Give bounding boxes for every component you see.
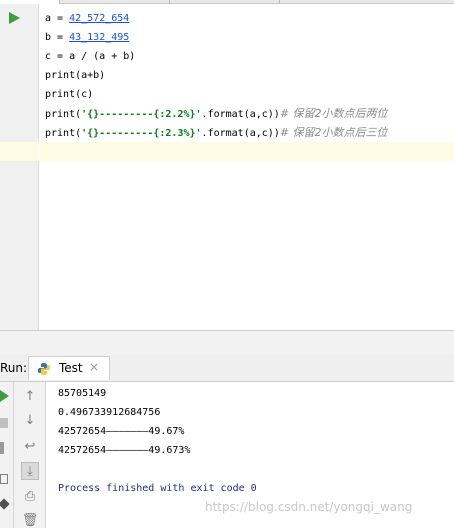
code-token: print( [45, 109, 82, 120]
code-token: a = [45, 13, 70, 24]
trash-icon[interactable]: 🗑 [21, 512, 39, 528]
code-token: c = a / (a + b) [45, 51, 136, 62]
run-tab-test[interactable]: Test × [28, 356, 110, 380]
code-token: print( [45, 128, 82, 139]
panel-splitter[interactable] [0, 330, 454, 354]
scroll-down-icon[interactable]: ↓ [21, 412, 39, 430]
code-token: print(a+b) [45, 70, 106, 81]
code-line: c = a / (a + b) [45, 47, 135, 66]
console-line: 42572654———————49.673% [58, 445, 191, 456]
console-toolbar: ↑ ↓ ↩ ⤓ ⎙ 🗑 [14, 382, 46, 528]
code-line: b = 43_132_495 [45, 28, 129, 47]
rerun-icon[interactable] [0, 390, 10, 402]
code-token: '{}---------{:2.2%}' [81, 109, 202, 120]
run-tool-window-header: Run: Test × [0, 354, 454, 382]
run-gutter-icon[interactable] [9, 12, 20, 24]
code-token: print(c) [45, 89, 94, 100]
close-icon[interactable]: × [89, 360, 99, 374]
run-action-bar [0, 382, 14, 528]
console-line: Process finished with exit code 0 [58, 483, 257, 494]
code-line: a = 42_572_654 [45, 9, 129, 28]
python-icon [38, 363, 50, 375]
pin-icon[interactable] [0, 498, 10, 510]
layout-icon[interactable] [0, 474, 8, 484]
editor-gutter [0, 4, 39, 330]
code-editor[interactable]: a = 42_572_654 b = 43_132_495 c = a / (a +… [40, 4, 454, 330]
print-icon[interactable]: ⎙ [21, 488, 39, 506]
soft-wrap-icon[interactable]: ↩ [21, 438, 39, 456]
code-token: '{}---------{:2.3%}' [81, 128, 202, 139]
code-token: 42_572_654 [69, 13, 130, 24]
code-token: 43_132_495 [69, 32, 130, 43]
gutter-caret-highlight [0, 142, 39, 161]
code-token: # 保留2小数点后两位 [279, 107, 388, 120]
scroll-up-icon[interactable]: ↑ [21, 388, 39, 406]
console-line: 85705149 [58, 388, 107, 399]
code-token: .format(a,c)) [201, 128, 280, 139]
code-line: print('{}---------{:2.3%}'.format(a,c))#… [45, 123, 388, 142]
current-line-highlight [40, 142, 454, 161]
pause-icon[interactable] [0, 442, 4, 454]
stop-icon[interactable] [0, 418, 8, 428]
code-line: print('{}---------{:2.2%}'.format(a,c))#… [45, 104, 388, 123]
scroll-to-end-icon[interactable]: ⤓ [21, 462, 39, 480]
code-line: print(a+b) [45, 66, 105, 85]
run-tab-label: Test [59, 361, 83, 375]
code-line: print(c) [45, 85, 93, 104]
watermark: https://blog.csdn.net/yongqi_wang [205, 500, 413, 514]
code-token: .format(a,c)) [201, 109, 280, 120]
code-token: # 保留2小数点后三位 [279, 126, 388, 139]
console-line: 0.496733912684756 [58, 407, 161, 418]
console-line: 42572654———————49.67% [58, 426, 185, 437]
run-label: Run: [0, 361, 28, 375]
code-token: b = [45, 32, 70, 43]
